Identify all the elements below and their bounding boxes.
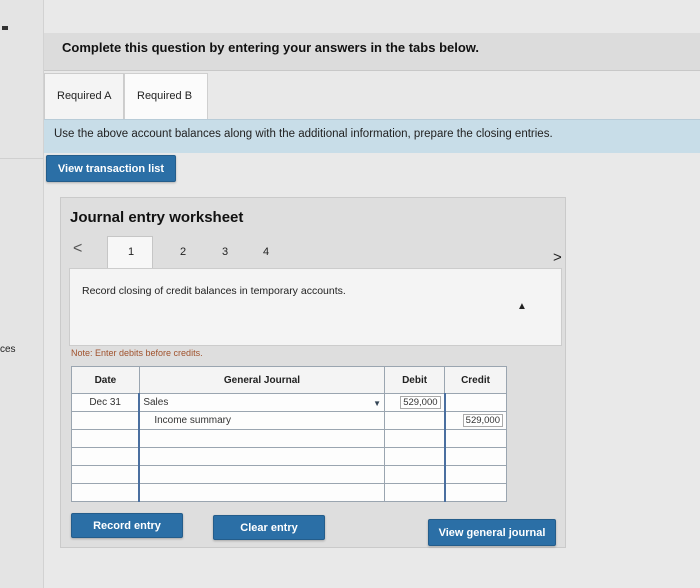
table-row: Income summary 529,000 [71, 411, 507, 430]
debit-cell[interactable] [384, 411, 446, 430]
date-cell[interactable]: Dec 31 [71, 393, 140, 412]
debit-header: Debit [384, 366, 446, 394]
general-journal-table: Date General Journal Debit Credit Dec 31… [71, 366, 507, 502]
general-journal-header: General Journal [138, 366, 386, 394]
left-sidebar: ces [0, 0, 44, 588]
journal-entry-worksheet: Journal entry worksheet < 1 2 3 4 > Reco… [60, 197, 566, 548]
account-cell[interactable] [138, 483, 386, 502]
date-cell[interactable] [71, 411, 140, 430]
date-cell[interactable] [71, 465, 140, 484]
account-cell[interactable] [138, 465, 386, 484]
debit-amount: 529,000 [400, 396, 441, 409]
table-row [71, 483, 507, 502]
debit-cell[interactable]: 529,000 [384, 393, 446, 412]
credit-cell[interactable]: 529,000 [443, 411, 507, 430]
prev-page-icon[interactable]: < [73, 240, 82, 258]
credit-header: Credit [444, 366, 507, 394]
table-row: Dec 31 Sales ▼ 529,000 [71, 393, 507, 412]
next-page-icon[interactable]: > [553, 249, 562, 266]
account-cell[interactable] [138, 429, 386, 448]
clear-entry-button[interactable]: Clear entry [213, 515, 325, 540]
worksheet-title: Journal entry worksheet [70, 209, 244, 226]
date-cell[interactable] [71, 483, 140, 502]
worksheet-page-2[interactable]: 2 [180, 246, 186, 258]
credit-cell[interactable] [443, 393, 507, 412]
mouse-cursor-icon: ▲ [517, 301, 527, 312]
credit-cell[interactable] [443, 483, 507, 502]
account-name: Sales [143, 397, 169, 408]
debit-cell[interactable] [384, 465, 446, 484]
left-divider [0, 158, 44, 159]
credit-cell[interactable] [443, 465, 507, 484]
date-cell[interactable] [71, 447, 140, 466]
table-row [71, 465, 507, 484]
worksheet-page-label: 1 [128, 246, 135, 258]
view-general-journal-button[interactable]: View general journal [428, 519, 556, 546]
question-instruction: Complete this question by entering your … [44, 33, 700, 71]
account-cell[interactable] [138, 447, 386, 466]
tab-required-a[interactable]: Required A [44, 73, 124, 119]
view-transaction-list-button[interactable]: View transaction list [46, 155, 176, 182]
date-cell[interactable] [71, 429, 140, 448]
worksheet-page-4[interactable]: 4 [263, 246, 269, 258]
worksheet-page-1[interactable]: 1 [107, 236, 153, 269]
debit-cell[interactable] [384, 483, 446, 502]
table-row [71, 429, 507, 448]
table-header-row: Date General Journal Debit Credit [71, 366, 507, 394]
info-banner: Use the above account balances along wit… [44, 119, 700, 153]
credit-amount: 529,000 [462, 414, 503, 427]
worksheet-description-panel: Record closing of credit balances in tem… [69, 268, 562, 346]
debit-cell[interactable] [384, 429, 446, 448]
entry-note: Note: Enter debits before credits. [71, 348, 203, 358]
debit-cell[interactable] [384, 447, 446, 466]
credit-cell[interactable] [443, 447, 507, 466]
date-header: Date [71, 366, 140, 394]
left-sidebar-text: ces [0, 344, 16, 355]
table-row [71, 447, 507, 466]
credit-cell[interactable] [443, 429, 507, 448]
tab-required-b[interactable]: Required B [124, 73, 208, 119]
account-cell[interactable]: Sales ▼ [138, 393, 386, 412]
left-edge-mark [2, 26, 8, 30]
worksheet-page-3[interactable]: 3 [222, 246, 228, 258]
dropdown-arrow-icon[interactable]: ▼ [373, 399, 381, 408]
worksheet-description: Record closing of credit balances in tem… [82, 285, 346, 297]
record-entry-button[interactable]: Record entry [71, 513, 183, 538]
account-cell[interactable]: Income summary [138, 411, 386, 430]
